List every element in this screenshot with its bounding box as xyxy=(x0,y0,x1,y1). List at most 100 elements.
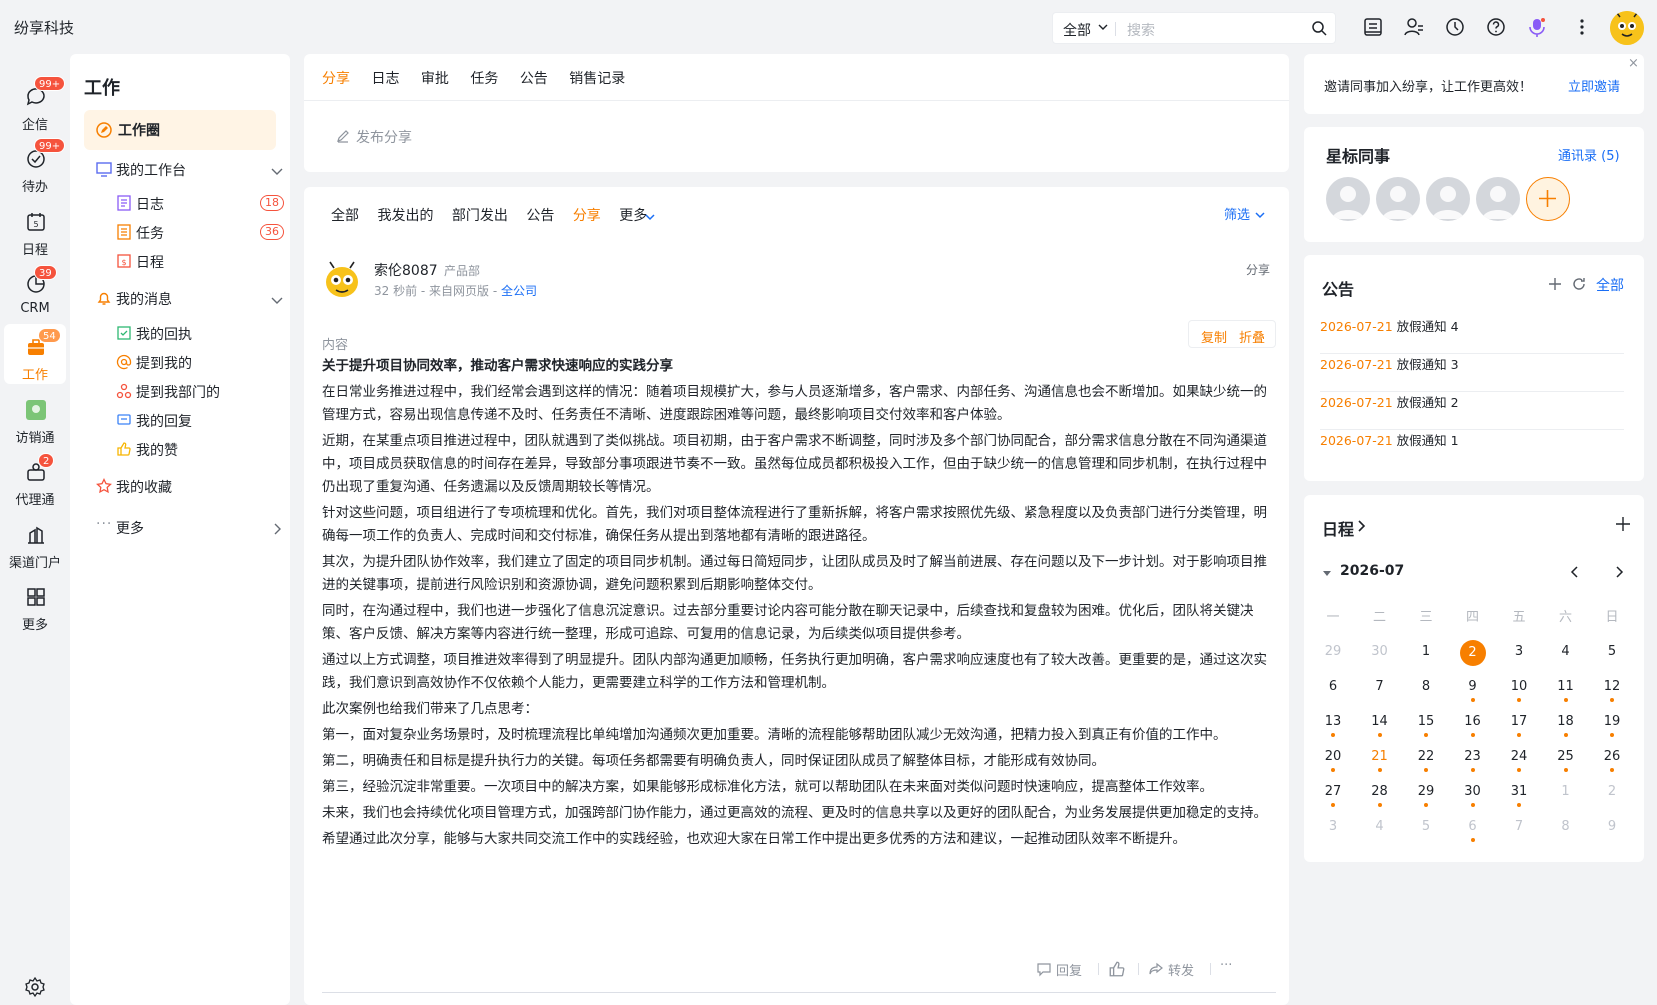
sidebar-item-replies[interactable]: 我的回复 xyxy=(116,407,284,435)
history-icon[interactable] xyxy=(1444,16,1466,38)
calendar-day[interactable]: 13 xyxy=(1311,714,1355,742)
calendar-day[interactable]: 16 xyxy=(1451,714,1495,742)
calendar-day[interactable]: 24 xyxy=(1497,749,1541,777)
calendar-day[interactable]: 6 xyxy=(1311,679,1355,707)
filter-dept[interactable]: 部门发出 xyxy=(452,208,508,224)
calendar-day[interactable]: 8 xyxy=(1544,819,1588,847)
composer-input[interactable]: 发布分享 xyxy=(336,124,1236,152)
comment-icon[interactable] xyxy=(1036,961,1052,977)
calendar-day[interactable]: 12 xyxy=(1590,679,1634,707)
more-button[interactable]: ··· xyxy=(1220,958,1232,973)
tab-task[interactable]: 任务 xyxy=(470,71,498,87)
search-icon[interactable] xyxy=(1311,20,1327,36)
calendar-day[interactable]: 7 xyxy=(1497,819,1541,847)
chevron-right-icon[interactable] xyxy=(1356,519,1368,533)
avatar[interactable] xyxy=(1326,177,1370,221)
invite-link[interactable]: 立即邀请 xyxy=(1568,76,1620,95)
schedule-month[interactable]: 2026-07 xyxy=(1340,563,1404,579)
calendar-day[interactable]: 22 xyxy=(1404,749,1448,777)
calendar-day[interactable]: 8 xyxy=(1404,679,1448,707)
sidebar-group-messages[interactable]: 我的消息 xyxy=(96,285,284,313)
calendar-day[interactable]: 9 xyxy=(1590,819,1634,847)
nav-item-crm[interactable]: 39 CRM xyxy=(4,261,66,321)
sidebar-item-favorites[interactable]: 我的收藏 xyxy=(96,473,284,501)
calendar-day[interactable]: 30 xyxy=(1358,644,1402,672)
contacts-icon[interactable] xyxy=(1403,16,1425,38)
chevron-right-icon[interactable] xyxy=(1612,565,1626,579)
contacts-link[interactable]: 通讯录 (5) xyxy=(1558,145,1620,164)
calendar-day[interactable]: 3 xyxy=(1497,644,1541,672)
nav-item-more[interactable]: 更多 xyxy=(4,574,66,634)
chevron-left-icon[interactable] xyxy=(1568,565,1582,579)
calendar-day[interactable]: 7 xyxy=(1358,679,1402,707)
sidebar-item-schedule[interactable]: $ 日程 xyxy=(116,248,284,276)
sidebar-item-mentions[interactable]: 提到我的 xyxy=(116,349,284,377)
assistant-icon[interactable] xyxy=(1526,16,1548,38)
filter-all[interactable]: 全部 xyxy=(331,208,359,224)
global-search[interactable]: 全部 搜索 xyxy=(1052,12,1336,44)
calendar-day[interactable]: 30 xyxy=(1451,784,1495,812)
calendar-day[interactable]: 26 xyxy=(1590,749,1634,777)
sidebar-item-dept-mentions[interactable]: 提到我部门的 xyxy=(116,378,284,406)
calendar-day[interactable]: 1 xyxy=(1404,644,1448,672)
fold-button[interactable]: 折叠 xyxy=(1239,327,1265,346)
calendar-day[interactable]: 27 xyxy=(1311,784,1355,812)
sidebar-item-work-circle[interactable]: 工作圈 xyxy=(84,110,276,150)
settings-icon[interactable] xyxy=(24,976,46,998)
nav-item-visit[interactable]: 访销通 xyxy=(4,387,66,447)
nav-item-portal[interactable]: 渠道门户 xyxy=(4,512,66,572)
tab-sales-record[interactable]: 销售记录 xyxy=(569,71,625,87)
avatar[interactable] xyxy=(1426,177,1470,221)
calendar-day[interactable]: 29 xyxy=(1404,784,1448,812)
nav-item-calendar[interactable]: 5 日程 xyxy=(4,199,66,259)
calendar-day[interactable]: 5 xyxy=(1590,644,1634,672)
caret-down-icon[interactable] xyxy=(1322,568,1332,578)
schedule-title[interactable]: 日程 xyxy=(1322,516,1354,540)
help-icon[interactable] xyxy=(1485,16,1507,38)
calendar-day[interactable]: 25 xyxy=(1544,749,1588,777)
tab-approval[interactable]: 审批 xyxy=(421,71,449,87)
calendar-day[interactable]: 18 xyxy=(1544,714,1588,742)
nav-item-work[interactable]: 54 工作 xyxy=(4,324,66,384)
calendar-day[interactable]: 19 xyxy=(1590,714,1634,742)
calendar-day[interactable]: 2 xyxy=(1590,784,1634,812)
calendar-day[interactable]: 4 xyxy=(1544,644,1588,672)
calendar-day[interactable]: 14 xyxy=(1358,714,1402,742)
nav-item-todo[interactable]: 99+ 待办 xyxy=(4,136,66,196)
sidebar-item-receipt[interactable]: 我的回执 xyxy=(116,320,284,348)
calendar-day[interactable]: 28 xyxy=(1358,784,1402,812)
chevron-down-icon[interactable] xyxy=(644,211,656,223)
sidebar-group-workbench[interactable]: 我的工作台 xyxy=(96,156,284,184)
more-vertical-icon[interactable] xyxy=(1571,16,1593,38)
sidebar-item-log[interactable]: 日志 18 xyxy=(116,190,284,218)
notice-item[interactable]: 2026-07-21 放假通知 2 xyxy=(1320,392,1624,430)
chevron-down-icon[interactable] xyxy=(1254,209,1266,221)
calendar-day[interactable]: 10 xyxy=(1497,679,1541,707)
refresh-icon[interactable] xyxy=(1572,277,1586,291)
calendar-day[interactable]: 1 xyxy=(1544,784,1588,812)
filter-button[interactable]: 筛选 xyxy=(1224,204,1250,223)
chevron-right-icon[interactable] xyxy=(270,522,284,536)
share-icon[interactable] xyxy=(1148,961,1164,977)
notice-item[interactable]: 2026-07-21 放假通知 4 xyxy=(1320,316,1624,354)
calendar-day[interactable]: 20 xyxy=(1311,749,1355,777)
tab-log[interactable]: 日志 xyxy=(371,71,399,87)
filter-share[interactable]: 分享 xyxy=(573,208,601,224)
calendar-day[interactable]: 21 xyxy=(1358,749,1402,777)
notice-item[interactable]: 2026-07-21 放假通知 1 xyxy=(1320,430,1624,468)
search-input[interactable]: 搜索 xyxy=(1127,20,1155,40)
calendar-day[interactable]: 15 xyxy=(1404,714,1448,742)
calendar-day[interactable]: 9 xyxy=(1451,679,1495,707)
calendar-day[interactable]: 4 xyxy=(1358,819,1402,847)
nav-item-qixin[interactable]: 99+ 企信 xyxy=(4,74,66,134)
plus-icon[interactable] xyxy=(1548,277,1562,291)
chevron-down-icon[interactable] xyxy=(1097,21,1109,33)
author-name[interactable]: 索伦8087 xyxy=(374,260,438,280)
notebook-icon[interactable] xyxy=(1362,16,1384,38)
copy-button[interactable]: 复制 xyxy=(1201,327,1227,346)
calendar-day[interactable]: 11 xyxy=(1544,679,1588,707)
author-avatar[interactable] xyxy=(322,259,362,299)
calendar-day-today[interactable]: 2 xyxy=(1451,640,1495,672)
tab-notice[interactable]: 公告 xyxy=(520,71,548,87)
notices-all-link[interactable]: 全部 xyxy=(1596,275,1624,295)
